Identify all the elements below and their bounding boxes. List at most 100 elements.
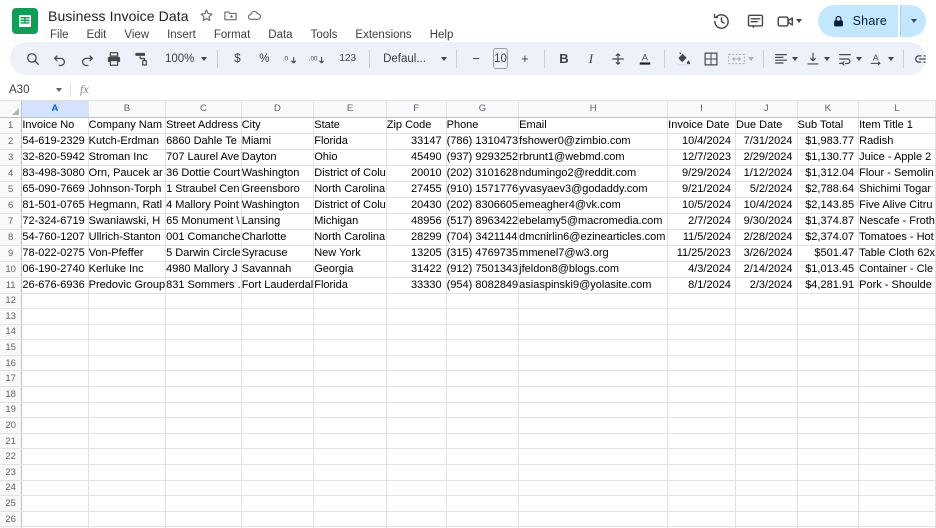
column-header-f[interactable]: F bbox=[386, 101, 447, 118]
cell-G17[interactable] bbox=[446, 370, 520, 388]
cell-K1[interactable]: Sub Total bbox=[797, 117, 860, 134]
cell-K7[interactable]: $1,374.87 bbox=[797, 213, 860, 230]
cell-F16[interactable] bbox=[386, 355, 447, 372]
cell-H10[interactable]: jfeldon8@blogs.com bbox=[518, 261, 669, 278]
cell-B2[interactable]: Kutch-Erdman bbox=[88, 133, 167, 150]
cell-A1[interactable]: Invoice No bbox=[21, 117, 89, 134]
column-header-i[interactable]: I bbox=[667, 101, 736, 118]
menu-help[interactable]: Help bbox=[428, 28, 456, 42]
cell-E1[interactable]: State bbox=[313, 117, 387, 134]
cell-C5[interactable]: 1 Straubel Cen bbox=[165, 181, 242, 198]
cell-G12[interactable] bbox=[446, 293, 520, 310]
cell-D3[interactable]: Dayton bbox=[241, 149, 315, 166]
text-rotation-icon[interactable]: A bbox=[866, 46, 897, 72]
cell-L16[interactable] bbox=[858, 355, 936, 372]
percent-format-button[interactable]: % bbox=[251, 46, 277, 72]
cell-K16[interactable] bbox=[797, 355, 860, 372]
share-options-button[interactable] bbox=[900, 5, 926, 37]
cell-A19[interactable] bbox=[21, 402, 89, 419]
cell-E9[interactable]: New York bbox=[313, 245, 387, 262]
cell-J3[interactable]: 2/29/2024 bbox=[735, 149, 798, 166]
cell-A3[interactable]: 32-820-5942 bbox=[21, 149, 89, 166]
cell-G20[interactable] bbox=[446, 417, 520, 434]
cell-G6[interactable]: (202) 8306605 bbox=[446, 197, 520, 214]
cell-D23[interactable] bbox=[241, 464, 315, 481]
cell-A20[interactable] bbox=[21, 417, 89, 434]
menu-view[interactable]: View bbox=[122, 28, 151, 42]
cell-B19[interactable] bbox=[88, 402, 167, 419]
cell-K10[interactable]: $1,013.45 bbox=[797, 261, 860, 278]
cell-K18[interactable] bbox=[797, 386, 860, 403]
cell-F25[interactable] bbox=[386, 495, 447, 512]
cell-C26[interactable] bbox=[165, 511, 242, 528]
cell-C13[interactable] bbox=[165, 308, 242, 325]
cell-A16[interactable] bbox=[21, 355, 89, 372]
column-header-g[interactable]: G bbox=[446, 101, 520, 118]
cell-L17[interactable] bbox=[858, 370, 936, 388]
search-icon[interactable] bbox=[20, 46, 46, 72]
cell-I22[interactable] bbox=[667, 448, 736, 466]
cell-A22[interactable] bbox=[21, 448, 89, 466]
increase-font-size-button[interactable]: + bbox=[512, 46, 538, 72]
cell-E2[interactable]: Florida bbox=[313, 133, 387, 150]
cell-A24[interactable] bbox=[21, 480, 89, 497]
cell-H6[interactable]: emeagher4@vk.com bbox=[518, 197, 669, 214]
cell-E21[interactable] bbox=[313, 433, 387, 450]
menu-format[interactable]: Format bbox=[212, 28, 252, 42]
cell-H23[interactable] bbox=[518, 464, 669, 481]
vertical-align-icon[interactable] bbox=[802, 46, 833, 72]
cell-D24[interactable] bbox=[241, 480, 315, 497]
row-header-17[interactable]: 17 bbox=[0, 370, 23, 388]
cell-D12[interactable] bbox=[241, 293, 315, 310]
cell-I8[interactable]: 11/5/2024 bbox=[667, 229, 736, 246]
cell-H3[interactable]: rbrunt1@webmd.com bbox=[518, 149, 669, 166]
cell-F11[interactable]: 33330 bbox=[386, 277, 447, 294]
cell-D7[interactable]: Lansing bbox=[241, 213, 315, 230]
insert-link-icon[interactable] bbox=[910, 46, 926, 72]
cell-C24[interactable] bbox=[165, 480, 242, 497]
menu-data[interactable]: Data bbox=[266, 28, 294, 42]
cell-B26[interactable] bbox=[88, 511, 167, 528]
column-header-c[interactable]: C bbox=[165, 101, 242, 118]
cell-J21[interactable] bbox=[735, 433, 798, 450]
cell-H18[interactable] bbox=[518, 386, 669, 403]
cell-E5[interactable]: North Carolina bbox=[313, 181, 387, 198]
cell-L9[interactable]: Table Cloth 62x bbox=[858, 245, 936, 262]
cell-L21[interactable] bbox=[858, 433, 936, 450]
cell-J4[interactable]: 1/12/2024 bbox=[735, 165, 798, 182]
cell-B8[interactable]: Ullrich-Stanton bbox=[88, 229, 167, 246]
increase-decimal-button[interactable]: .00 bbox=[305, 46, 331, 72]
undo-icon[interactable] bbox=[47, 46, 73, 72]
cell-G22[interactable] bbox=[446, 448, 520, 466]
cell-E12[interactable] bbox=[313, 293, 387, 310]
cell-G10[interactable]: (912) 7501343 bbox=[446, 261, 520, 278]
cell-H8[interactable]: dmcnirlin6@ezinearticles.com bbox=[518, 229, 669, 246]
cell-L10[interactable]: Container - Cle bbox=[858, 261, 936, 278]
cell-L23[interactable] bbox=[858, 464, 936, 481]
cell-G2[interactable]: (786) 1310473 bbox=[446, 133, 520, 150]
cell-L15[interactable] bbox=[858, 339, 936, 356]
cell-G5[interactable]: (910) 1571776 bbox=[446, 181, 520, 198]
cell-K13[interactable] bbox=[797, 308, 860, 325]
cell-J19[interactable] bbox=[735, 402, 798, 419]
cell-K11[interactable]: $4,281.91 bbox=[797, 277, 860, 294]
cell-C2[interactable]: 6860 Dahle Te bbox=[165, 133, 242, 150]
cell-G23[interactable] bbox=[446, 464, 520, 481]
cell-L18[interactable] bbox=[858, 386, 936, 403]
cell-K5[interactable]: $2,788.64 bbox=[797, 181, 860, 198]
cell-A7[interactable]: 72-324-6719 bbox=[21, 213, 89, 230]
cell-D13[interactable] bbox=[241, 308, 315, 325]
cell-L26[interactable] bbox=[858, 511, 936, 528]
cell-J14[interactable] bbox=[735, 324, 798, 341]
row-header-10[interactable]: 10 bbox=[0, 261, 23, 278]
cell-G16[interactable] bbox=[446, 355, 520, 372]
cell-F10[interactable]: 31422 bbox=[386, 261, 447, 278]
cell-F18[interactable] bbox=[386, 386, 447, 403]
cell-A6[interactable]: 81-501-0765 bbox=[21, 197, 89, 214]
cell-H24[interactable] bbox=[518, 480, 669, 497]
cell-H4[interactable]: ndumingo2@reddit.com bbox=[518, 165, 669, 182]
cell-J26[interactable] bbox=[735, 511, 798, 528]
cell-H9[interactable]: mmenel7@w3.org bbox=[518, 245, 669, 262]
cell-K6[interactable]: $2,143.85 bbox=[797, 197, 860, 214]
row-header-7[interactable]: 7 bbox=[0, 213, 23, 230]
